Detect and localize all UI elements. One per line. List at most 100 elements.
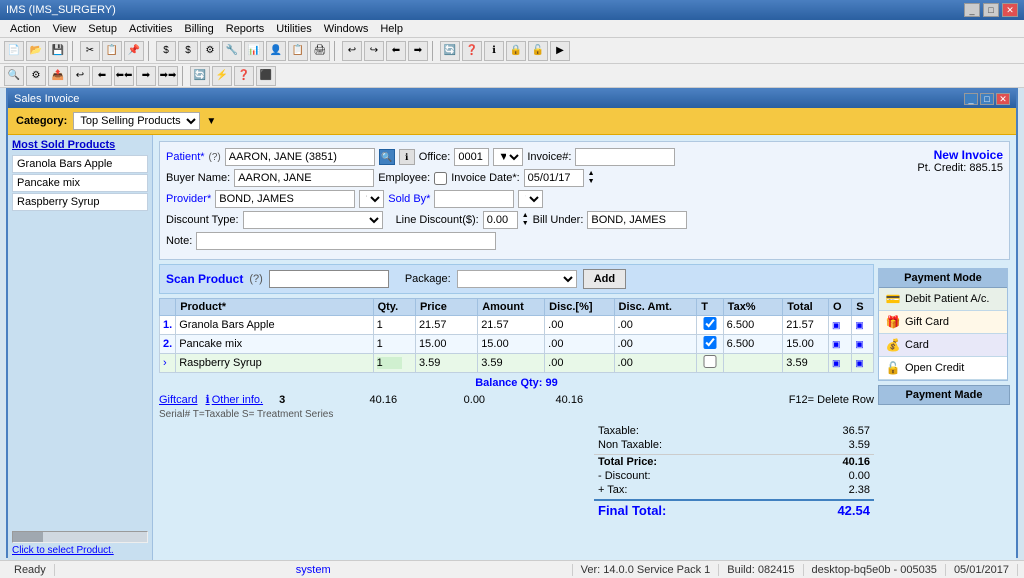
tb-b7[interactable]: 📋: [288, 41, 308, 61]
row3-price-input[interactable]: [419, 357, 459, 369]
row3-t-check[interactable]: [700, 355, 719, 368]
note-input[interactable]: [196, 232, 496, 250]
tb-save[interactable]: 💾: [48, 41, 68, 61]
discount-spinner[interactable]: ▲ ▼: [522, 212, 529, 228]
row3-o[interactable]: ▣: [829, 354, 852, 373]
tb-b8[interactable]: 🖨: [310, 41, 330, 61]
win-maximize[interactable]: □: [980, 93, 994, 105]
tb-b16[interactable]: 🔒: [506, 41, 526, 61]
tb2-b6[interactable]: ⬅⬅: [114, 66, 134, 86]
tb-b11[interactable]: ⬅: [386, 41, 406, 61]
tb2-b5[interactable]: ⬅: [92, 66, 112, 86]
row2-s[interactable]: ▣: [852, 335, 874, 354]
row3-product[interactable]: [176, 354, 373, 373]
tb2-b1[interactable]: 🔍: [4, 66, 24, 86]
row3-qty[interactable]: [373, 354, 415, 373]
row2-t[interactable]: [697, 335, 723, 354]
payment-item-debit[interactable]: 💳 Debit Patient A/c.: [879, 288, 1007, 311]
office-select[interactable]: ▼: [493, 148, 523, 166]
row2-product[interactable]: [176, 335, 373, 354]
row3-disc-amt-input[interactable]: [618, 357, 648, 369]
row1-product[interactable]: [176, 316, 373, 335]
list-item-raspberry[interactable]: Raspberry Syrup: [12, 193, 148, 211]
tb-b12[interactable]: ➡: [408, 41, 428, 61]
menu-windows[interactable]: Windows: [318, 22, 375, 36]
payment-item-open-credit[interactable]: 🔓 Open Credit: [879, 357, 1007, 380]
row2-product-input[interactable]: [179, 338, 369, 350]
tb-cut[interactable]: ✂: [80, 41, 100, 61]
sold-by-select[interactable]: ▼: [518, 190, 543, 208]
row2-disc-amt-input[interactable]: [618, 338, 648, 350]
add-button[interactable]: Add: [583, 269, 626, 289]
row3-product-input[interactable]: [179, 357, 369, 369]
tb2-b10[interactable]: ⚡: [212, 66, 232, 86]
row1-qty[interactable]: [373, 316, 415, 335]
left-scrollbar[interactable]: Click to select Product.: [12, 531, 148, 556]
tb2-stop[interactable]: ⬛: [256, 66, 276, 86]
row1-amount[interactable]: [478, 316, 545, 335]
tb2-b7[interactable]: ➡: [136, 66, 156, 86]
row2-disc-pct[interactable]: [545, 335, 614, 354]
menu-reports[interactable]: Reports: [220, 22, 271, 36]
row1-o[interactable]: ▣: [829, 316, 852, 335]
tb-b6[interactable]: 👤: [266, 41, 286, 61]
tb2-b11[interactable]: ❓: [234, 66, 254, 86]
tb2-b3[interactable]: 📤: [48, 66, 68, 86]
row2-t-check[interactable]: [700, 336, 719, 349]
patient-search-btn[interactable]: 🔍: [379, 149, 395, 165]
menu-billing[interactable]: Billing: [178, 22, 219, 36]
row2-disc-amt[interactable]: [614, 335, 697, 354]
row3-tax-input[interactable]: [727, 357, 765, 369]
invoice-date-input[interactable]: [524, 169, 584, 187]
row2-price[interactable]: [415, 335, 477, 354]
tb-paste[interactable]: 📌: [124, 41, 144, 61]
tb2-b9[interactable]: 🔄: [190, 66, 210, 86]
scan-input[interactable]: [269, 270, 389, 288]
menu-view[interactable]: View: [47, 22, 83, 36]
row1-qty-input[interactable]: [377, 319, 402, 331]
tb-open[interactable]: 📂: [26, 41, 46, 61]
win-close[interactable]: ✕: [996, 93, 1010, 105]
row3-s[interactable]: ▣: [852, 354, 874, 373]
menu-action[interactable]: Action: [4, 22, 47, 36]
list-item-granola[interactable]: Granola Bars Apple: [12, 155, 148, 173]
tb2-b8[interactable]: ➡➡: [158, 66, 178, 86]
row3-amount-input[interactable]: [481, 357, 521, 369]
row2-amount[interactable]: [478, 335, 545, 354]
row1-price[interactable]: [415, 316, 477, 335]
row1-amount-input[interactable]: [481, 319, 521, 331]
menu-utilities[interactable]: Utilities: [270, 22, 317, 36]
category-select[interactable]: Top Selling Products: [73, 112, 200, 130]
maximize-btn[interactable]: □: [983, 3, 999, 17]
menu-help[interactable]: Help: [374, 22, 409, 36]
invoice-number-input[interactable]: [575, 148, 675, 166]
row1-product-input[interactable]: [179, 319, 369, 331]
provider-input[interactable]: [215, 190, 355, 208]
patient-input[interactable]: [225, 148, 375, 166]
row3-disc-amt[interactable]: [614, 354, 697, 373]
office-input[interactable]: [454, 148, 489, 166]
row3-tax[interactable]: [723, 354, 783, 373]
tb2-b2[interactable]: ⚙: [26, 66, 46, 86]
tb-b10[interactable]: ↪: [364, 41, 384, 61]
window-controls[interactable]: _ □ ✕: [964, 93, 1010, 105]
row3-amount[interactable]: [478, 354, 545, 373]
row1-disc-amt-input[interactable]: [618, 319, 648, 331]
tb-b14[interactable]: ❓: [462, 41, 482, 61]
row2-amount-input[interactable]: [481, 338, 521, 350]
tb-b3[interactable]: ⚙: [200, 41, 220, 61]
tb-copy[interactable]: 📋: [102, 41, 122, 61]
row1-disc-amt[interactable]: [614, 316, 697, 335]
tb-b17[interactable]: 🔓: [528, 41, 548, 61]
row1-tax[interactable]: [723, 316, 783, 335]
row2-o[interactable]: ▣: [829, 335, 852, 354]
buyer-input[interactable]: [234, 169, 374, 187]
row2-price-input[interactable]: [419, 338, 459, 350]
tb-new[interactable]: 📄: [4, 41, 24, 61]
row2-tax[interactable]: [723, 335, 783, 354]
employee-checkbox[interactable]: [434, 172, 447, 185]
row3-t[interactable]: [697, 354, 723, 373]
menu-setup[interactable]: Setup: [82, 22, 123, 36]
package-select[interactable]: [457, 270, 577, 288]
tb-b5[interactable]: 📊: [244, 41, 264, 61]
